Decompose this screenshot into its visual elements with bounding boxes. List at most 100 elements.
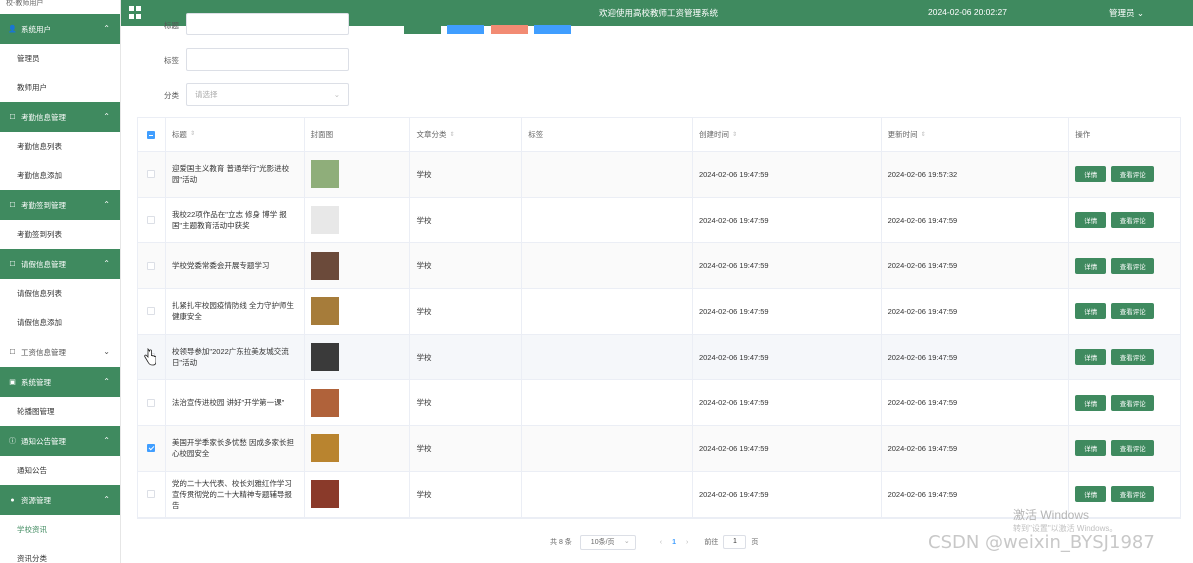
row-checkbox[interactable] bbox=[147, 490, 156, 499]
cover-image[interactable] bbox=[310, 206, 339, 235]
detail-button[interactable]: 详情 bbox=[1075, 212, 1107, 229]
grid-menu-icon[interactable] bbox=[129, 6, 142, 19]
sidebar-top-label: 校-教师用户 bbox=[6, 0, 44, 7]
view-comments-button[interactable]: 查看评论 bbox=[1111, 440, 1155, 457]
cover-image[interactable] bbox=[310, 434, 339, 463]
view-comments-button[interactable]: 查看评论 bbox=[1111, 257, 1155, 274]
created-time: 2024-02-06 19:47:59 bbox=[698, 352, 769, 362]
cover-image[interactable] bbox=[310, 343, 339, 372]
article-title: 扎紧扎牢校园疫情防线 全力守护师生健康安全 bbox=[171, 301, 295, 322]
created-time: 2024-02-06 19:47:59 bbox=[698, 489, 769, 499]
export-button[interactable] bbox=[534, 25, 571, 34]
sidebar-item[interactable]: 资讯分类 bbox=[0, 544, 120, 563]
view-comments-button[interactable]: 查看评论 bbox=[1111, 212, 1155, 229]
info-icon: ⓘ bbox=[9, 437, 16, 445]
row-checkbox[interactable] bbox=[147, 398, 156, 407]
table-row[interactable]: 迎爱国主义教育 普通举行"光影进校园"活动 学校 2024-02-06 19:47:… bbox=[138, 152, 1180, 198]
chevron-down-icon: ⌄ bbox=[333, 90, 340, 99]
page-size-select[interactable]: 10条/页 bbox=[579, 534, 636, 550]
detail-button[interactable]: 详情 bbox=[1075, 303, 1107, 320]
table-row[interactable]: 美国开学季家长多忧愁 因成多家长担心校园安全 学校 2024-02-06 19:47… bbox=[138, 426, 1180, 472]
sidebar-item[interactable]: 教师用户 bbox=[0, 73, 120, 102]
sidebar-group[interactable]: ▣ 系统管理 ⌃ bbox=[0, 367, 120, 397]
detail-button[interactable]: 详情 bbox=[1075, 440, 1107, 457]
sort-icon[interactable]: ⇕ bbox=[449, 131, 454, 138]
sidebar-item[interactable]: 轮播图管理 bbox=[0, 397, 120, 426]
select-all-checkbox[interactable] bbox=[147, 130, 156, 139]
col-created: 创建时间 bbox=[698, 130, 729, 139]
sidebar-item[interactable]: 学校资讯 bbox=[0, 515, 120, 544]
title-input[interactable] bbox=[186, 13, 349, 35]
page-number[interactable]: 1 bbox=[672, 539, 676, 546]
row-checkbox[interactable] bbox=[147, 444, 156, 453]
chevron-up-icon: ⌃ bbox=[103, 259, 110, 268]
col-actions: 操作 bbox=[1075, 130, 1091, 139]
created-time: 2024-02-06 19:47:59 bbox=[698, 398, 769, 408]
detail-button[interactable]: 详情 bbox=[1075, 257, 1107, 274]
edit-icon: ☐ bbox=[9, 113, 16, 121]
search-button[interactable] bbox=[404, 25, 441, 34]
category-select[interactable]: 请选择 ⌄ bbox=[186, 83, 349, 106]
col-title: 标题 bbox=[171, 130, 187, 139]
sidebar-item[interactable]: 考勤信息列表 bbox=[0, 132, 120, 161]
view-comments-button[interactable]: 查看评论 bbox=[1111, 349, 1155, 366]
sidebar-group[interactable]: 👤 系统用户 ⌃ bbox=[0, 14, 120, 44]
table-row[interactable]: 扎紧扎牢校园疫情防线 全力守护师生健康安全 学校 2024-02-06 19:47:… bbox=[138, 289, 1180, 335]
table-row[interactable]: 校领导参加"2022广东拉美友城交流日"活动 学校 2024-02-06 19:47… bbox=[138, 334, 1180, 381]
updated-time: 2024-02-06 19:47:59 bbox=[887, 306, 958, 316]
sidebar-item[interactable]: 请假信息列表 bbox=[0, 279, 120, 308]
detail-button[interactable]: 详情 bbox=[1075, 394, 1107, 411]
delete-button[interactable] bbox=[491, 25, 528, 34]
sidebar-item[interactable]: 考勤信息添加 bbox=[0, 161, 120, 190]
sidebar-group[interactable]: ☐ 考勤信息管理 ⌃ bbox=[0, 102, 120, 132]
cover-image[interactable] bbox=[310, 251, 339, 280]
edit-icon: ☐ bbox=[9, 260, 16, 268]
sidebar-item[interactable]: 考勤签到列表 bbox=[0, 220, 120, 249]
view-comments-button[interactable]: 查看评论 bbox=[1111, 394, 1155, 411]
table-row[interactable]: 我校22项作品在"立志 修身 博学 报国"主题教育活动中获奖 学校 2024-02-… bbox=[138, 197, 1180, 244]
page-suffix: 页 bbox=[751, 539, 759, 546]
detail-button[interactable]: 详情 bbox=[1075, 166, 1107, 183]
table-row[interactable]: 法治宣传进校园 讲好"开学第一课" 学校 2024-02-06 19:47:59 20… bbox=[138, 380, 1180, 427]
cover-image[interactable] bbox=[310, 160, 339, 189]
chevron-down-icon: ⌄ bbox=[103, 347, 110, 356]
sidebar-group[interactable]: ● 资源管理 ⌃ bbox=[0, 485, 120, 515]
view-comments-button[interactable]: 查看评论 bbox=[1111, 166, 1155, 183]
row-checkbox[interactable] bbox=[147, 170, 156, 179]
view-comments-button[interactable]: 查看评论 bbox=[1111, 303, 1155, 320]
created-time: 2024-02-06 19:47:59 bbox=[698, 306, 769, 316]
hand-cursor-icon bbox=[144, 348, 156, 366]
sort-icon[interactable]: ⇕ bbox=[732, 131, 737, 138]
cover-image[interactable] bbox=[310, 480, 339, 509]
chevron-up-icon: ⌃ bbox=[103, 112, 110, 121]
prev-page-button[interactable]: ‹ bbox=[660, 539, 662, 546]
system-title: 欢迎使用高校教师工资管理系统 bbox=[599, 8, 719, 18]
row-checkbox[interactable] bbox=[147, 307, 156, 316]
sidebar-group[interactable]: ☐ 考勤签到管理 ⌃ bbox=[0, 190, 120, 220]
user-menu[interactable]: 管理员 ⌄ bbox=[1109, 7, 1144, 19]
view-comments-button[interactable]: 查看评论 bbox=[1111, 486, 1155, 503]
table-row[interactable]: 学校党委常委会开展专题学习 学校 2024-02-06 19:47:59 2024-0… bbox=[138, 243, 1180, 290]
sidebar-group-label: 通知公告管理 bbox=[21, 436, 66, 446]
goto-page-input[interactable]: 1 bbox=[723, 535, 747, 549]
add-button[interactable] bbox=[447, 25, 484, 34]
sidebar-group[interactable]: ☐ 工资信息管理 ⌄ bbox=[0, 337, 120, 367]
sidebar-item[interactable]: 管理员 bbox=[0, 44, 120, 73]
sidebar-item[interactable]: 通知公告 bbox=[0, 456, 120, 485]
sidebar-group[interactable]: ☐ 请假信息管理 ⌃ bbox=[0, 249, 120, 279]
detail-button[interactable]: 详情 bbox=[1075, 349, 1107, 366]
sort-icon[interactable]: ⇕ bbox=[190, 129, 195, 140]
cover-image[interactable] bbox=[310, 297, 339, 326]
image-icon: ▣ bbox=[9, 378, 16, 386]
updated-time: 2024-02-06 19:57:32 bbox=[887, 169, 958, 179]
tag-input[interactable] bbox=[186, 48, 349, 71]
next-page-button[interactable]: › bbox=[686, 539, 688, 546]
chevron-up-icon: ⌃ bbox=[103, 436, 110, 445]
sort-icon[interactable]: ⇕ bbox=[921, 131, 926, 138]
row-checkbox[interactable] bbox=[147, 216, 156, 225]
sidebar-group[interactable]: ⓘ 通知公告管理 ⌃ bbox=[0, 426, 120, 456]
detail-button[interactable]: 详情 bbox=[1075, 486, 1107, 503]
row-checkbox[interactable] bbox=[147, 261, 156, 270]
cover-image[interactable] bbox=[310, 388, 339, 417]
sidebar-item[interactable]: 请假信息添加 bbox=[0, 308, 120, 337]
